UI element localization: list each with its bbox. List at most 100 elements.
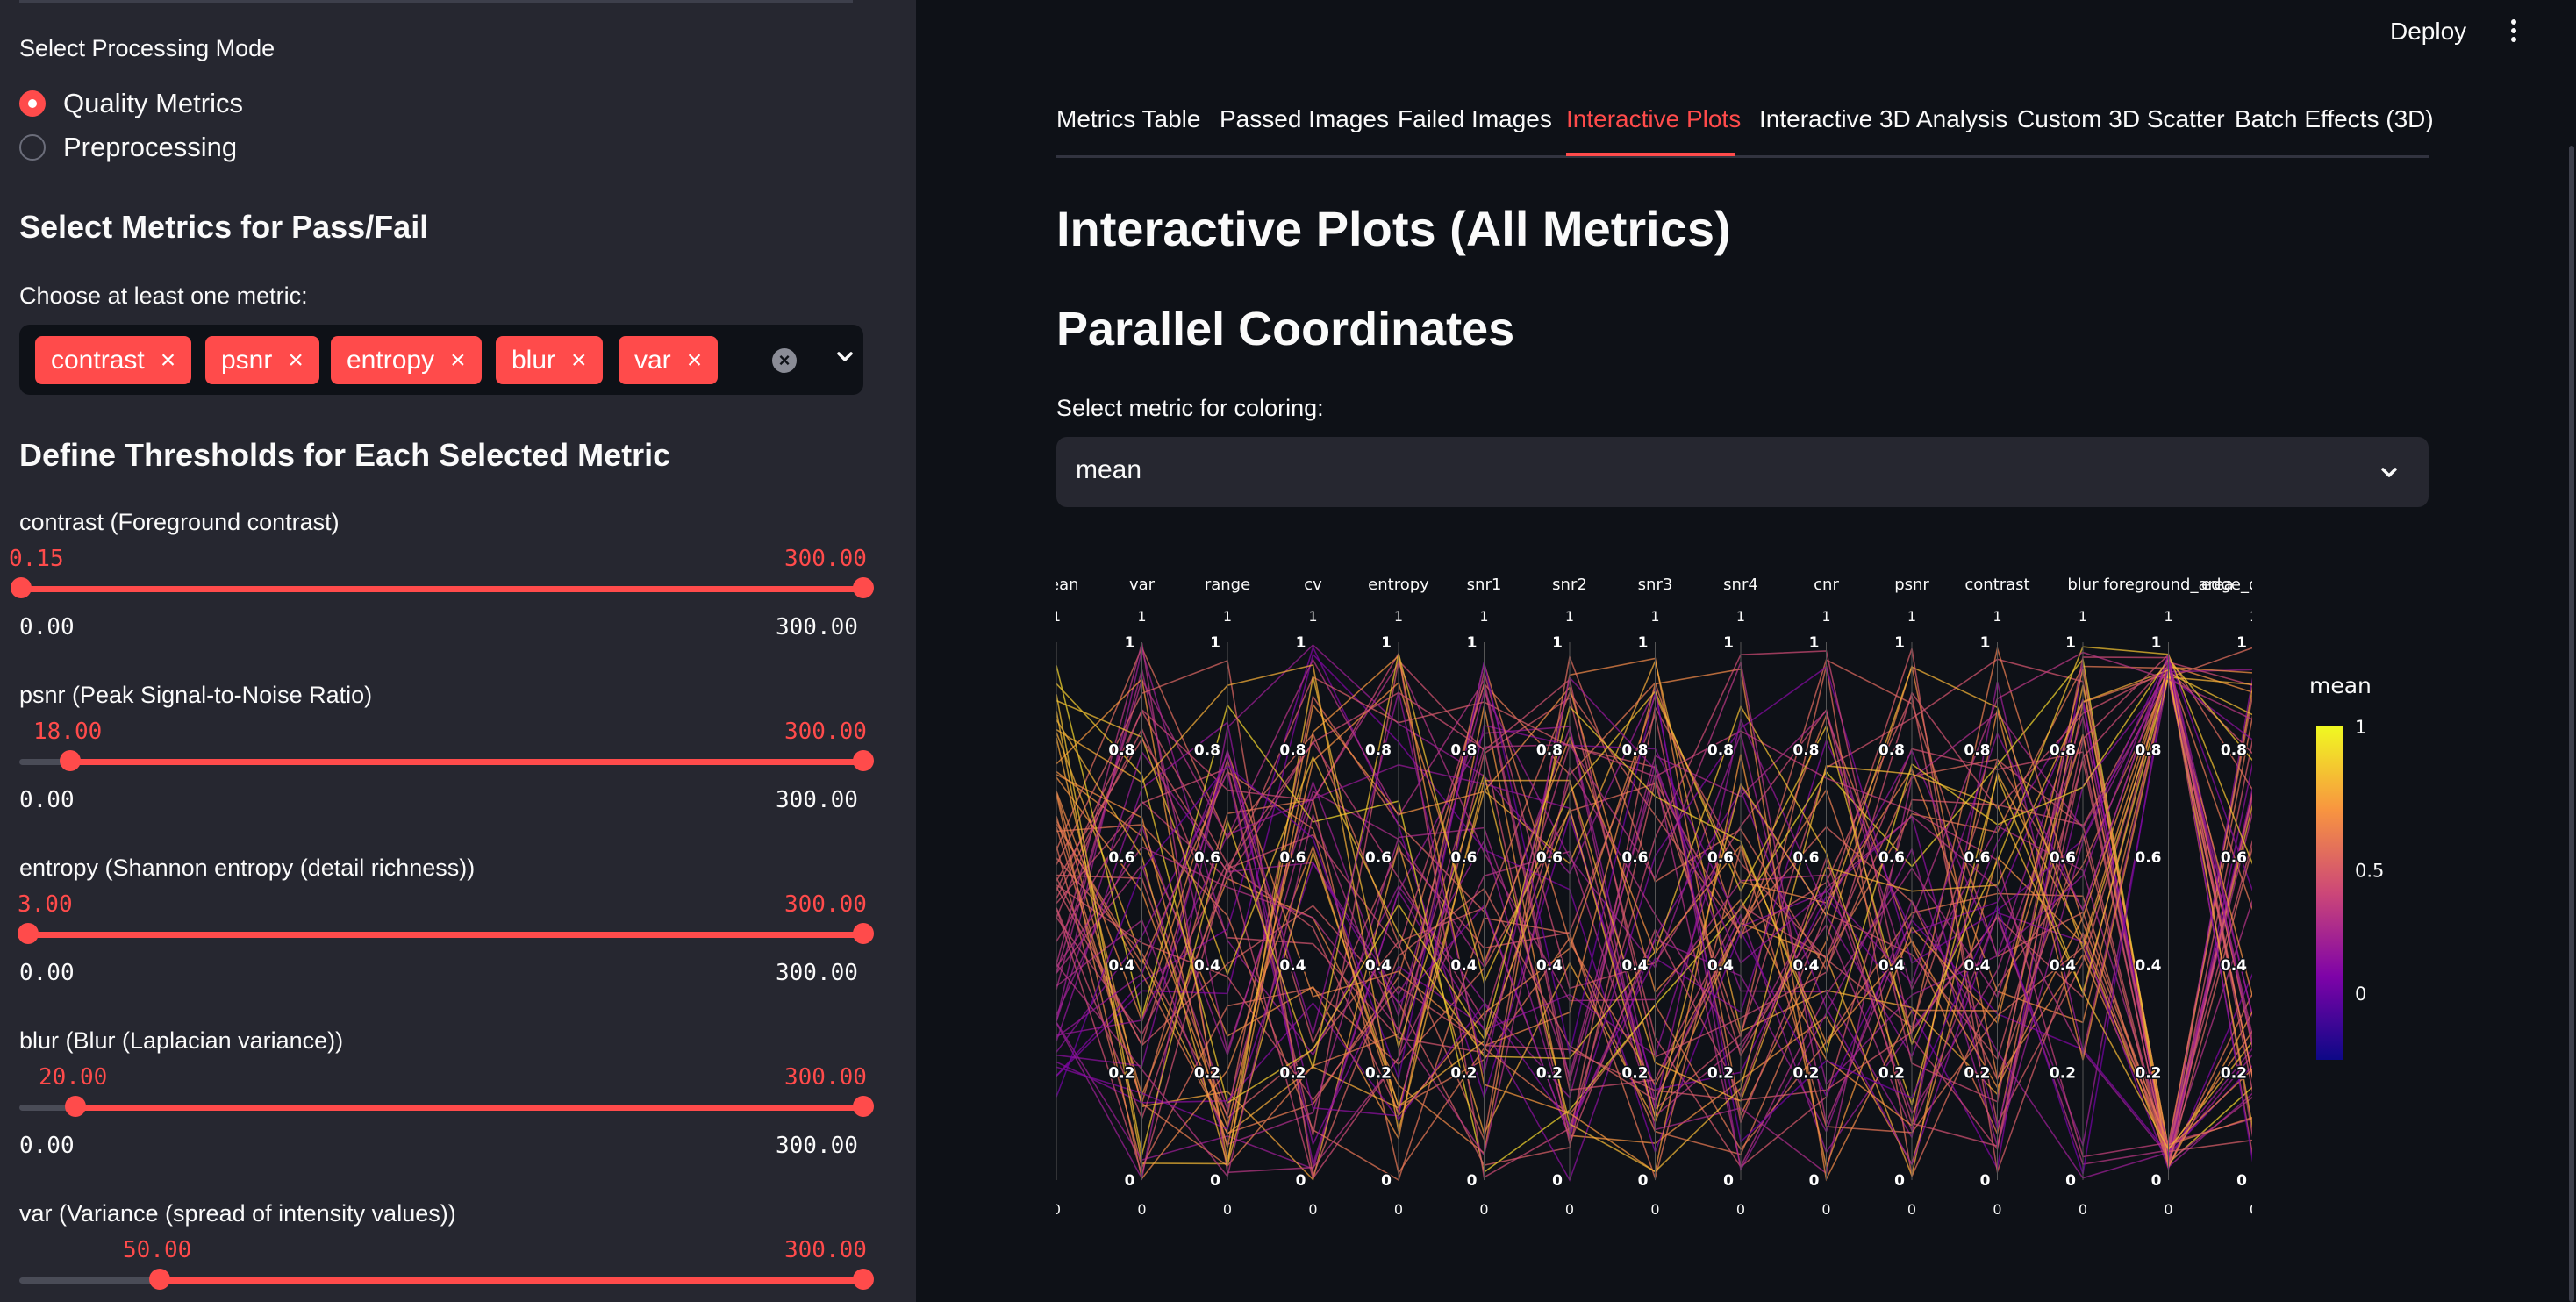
slider-handle-low[interactable] <box>149 1269 170 1290</box>
axis-tick-label: 0 <box>2151 1172 2162 1190</box>
tab-metrics-table[interactable]: Metrics Table <box>1056 105 1200 133</box>
axis-tick-label: 0.8 <box>1707 742 1734 760</box>
colorbar-tick-label: 1 <box>2355 717 2366 738</box>
slider-handle-low[interactable] <box>65 1096 86 1117</box>
axis-tick-label: 0.4 <box>2135 957 2161 975</box>
threshold-label-var: var (Variance (spread of intensity value… <box>19 1200 456 1227</box>
chip-entropy[interactable]: entropy × <box>331 336 482 384</box>
metric-multiselect[interactable]: contrast × psnr × entropy × blur × var × × <box>19 325 863 395</box>
axis-tick-label: 1 <box>1894 634 1905 652</box>
threshold-high-value: 300.00 <box>784 1064 867 1091</box>
slider-var[interactable] <box>19 1269 874 1290</box>
axis-tick-label: 0.6 <box>1878 849 1905 867</box>
axis-range-bottom: 0 <box>1993 1201 2001 1218</box>
chart-plot-area: mean1000.20.40.60.81var1000.20.40.60.81r… <box>1056 576 2252 1218</box>
axis-range-bottom: 0 <box>1565 1201 1574 1218</box>
parallel-coordinates-chart[interactable]: mean1000.20.40.60.81var1000.20.40.60.81r… <box>1056 562 2408 1228</box>
slider-handle-low[interactable] <box>18 923 39 944</box>
slider-fill <box>160 1277 863 1284</box>
axis-range-top: 1 <box>1650 608 1659 625</box>
select-value: mean <box>1076 455 1142 484</box>
axis-tick-label: 0.4 <box>1194 957 1220 975</box>
slider-entropy[interactable] <box>18 923 874 944</box>
axis-tick-label: 0.4 <box>1792 957 1819 975</box>
remove-icon[interactable]: × <box>571 347 587 374</box>
axis-tick-label: 0.2 <box>2135 1064 2161 1082</box>
axis-tick-label: 0.2 <box>1279 1064 1306 1082</box>
radio-quality-metrics[interactable]: Quality Metrics <box>19 88 243 119</box>
slider-handle-low[interactable] <box>60 750 81 771</box>
axis-tick-label: 0.8 <box>1194 742 1220 760</box>
tab-custom-3d-scatter[interactable]: Custom 3D Scatter <box>2017 105 2225 133</box>
axis-tick-label: 0.2 <box>1108 1064 1134 1082</box>
axis-tick-label: 0 <box>2065 1172 2076 1190</box>
choose-metric-label: Choose at least one metric: <box>19 283 308 309</box>
axis-tick-label: 0 <box>1210 1172 1220 1190</box>
axis-tick-label: 0.2 <box>1964 1064 1990 1082</box>
slider-handle-low[interactable] <box>11 577 32 598</box>
slider-min: 0.00 <box>19 960 75 986</box>
radio-preprocessing[interactable]: Preprocessing <box>19 132 237 163</box>
axis-tick-label: 1 <box>1210 634 1220 652</box>
slider-handle-high[interactable] <box>853 750 874 771</box>
axis-tick-label: 0.6 <box>2135 849 2161 867</box>
axis-title: snr2 <box>1552 576 1587 594</box>
remove-icon[interactable]: × <box>161 347 176 374</box>
chip-contrast[interactable]: contrast × <box>35 336 192 384</box>
tab-failed-images[interactable]: Failed Images <box>1398 105 1552 133</box>
tab-passed-images[interactable]: Passed Images <box>1220 105 1389 133</box>
active-tab-indicator <box>1566 153 1735 156</box>
slider-handle-high[interactable] <box>853 1269 874 1290</box>
axis-range-top: 1 <box>1907 608 1916 625</box>
threshold-low-value: 20.00 <box>39 1064 108 1091</box>
chip-label: var <box>634 345 671 375</box>
slider-handle-high[interactable] <box>853 923 874 944</box>
axis-tick-label: 0.2 <box>1707 1064 1734 1082</box>
slider-handle-high[interactable] <box>853 1096 874 1117</box>
slider-psnr[interactable] <box>19 750 874 771</box>
axis-tick-label: 0.8 <box>1621 742 1648 760</box>
chevron-down-icon[interactable] <box>832 344 858 370</box>
axis-tick-label: 0.8 <box>1536 742 1563 760</box>
tab-interactive-3d-analysis[interactable]: Interactive 3D Analysis <box>1759 105 2007 133</box>
axis-tick-label: 0.6 <box>1536 849 1563 867</box>
axis-tick-label: 0.2 <box>1792 1064 1819 1082</box>
deploy-button[interactable]: Deploy <box>2390 18 2466 46</box>
remove-icon[interactable]: × <box>687 347 703 374</box>
axis-tick-label: 0.8 <box>2135 742 2161 760</box>
slider-contrast[interactable] <box>11 577 874 598</box>
scrollbar[interactable] <box>2569 146 2574 1302</box>
axis-title: snr1 <box>1467 576 1502 594</box>
axis-tick-label: 0.6 <box>1194 849 1220 867</box>
axis-tick-label: 0 <box>1125 1172 1135 1190</box>
axis-tick-label: 0.6 <box>1621 849 1648 867</box>
threshold-label-contrast: contrast (Foreground contrast) <box>19 509 340 535</box>
axis-range-bottom: 0 <box>2164 1201 2172 1218</box>
slider-handle-high[interactable] <box>853 577 874 598</box>
axis-range-bottom: 0 <box>1137 1201 1146 1218</box>
radio-selected-icon <box>19 90 46 117</box>
axis-tick-label: 0 <box>1296 1172 1306 1190</box>
radio-unselected-icon <box>19 134 46 161</box>
slider-blur[interactable] <box>19 1096 874 1117</box>
tab-batch-effects-3d[interactable]: Batch Effects (3D) <box>2235 105 2434 133</box>
remove-icon[interactable]: × <box>450 347 466 374</box>
clear-all-icon[interactable]: × <box>772 348 797 373</box>
chip-var[interactable]: var × <box>619 336 719 384</box>
threshold-high-value: 300.00 <box>784 546 867 572</box>
sidebar: Select Processing Mode Quality Metrics P… <box>0 0 916 1302</box>
coloring-metric-select[interactable]: mean <box>1056 437 2429 507</box>
slider-min: 0.00 <box>19 614 75 640</box>
threshold-label-psnr: psnr (Peak Signal-to-Noise Ratio) <box>19 682 373 708</box>
axis-range-top: 1 <box>2079 608 2087 625</box>
axis-tick-label: 0.4 <box>2221 957 2247 975</box>
chip-psnr[interactable]: psnr × <box>205 336 319 384</box>
more-menu-icon[interactable] <box>2501 16 2527 51</box>
tab-interactive-plots[interactable]: Interactive Plots <box>1566 105 1741 133</box>
slider-fill <box>75 1105 863 1111</box>
slider-max: 300.00 <box>776 1133 858 1159</box>
remove-icon[interactable]: × <box>288 347 304 374</box>
axis-tick-label: 0 <box>1381 1172 1392 1190</box>
chip-blur[interactable]: blur × <box>496 336 603 384</box>
section-title: Parallel Coordinates <box>1056 303 1515 355</box>
